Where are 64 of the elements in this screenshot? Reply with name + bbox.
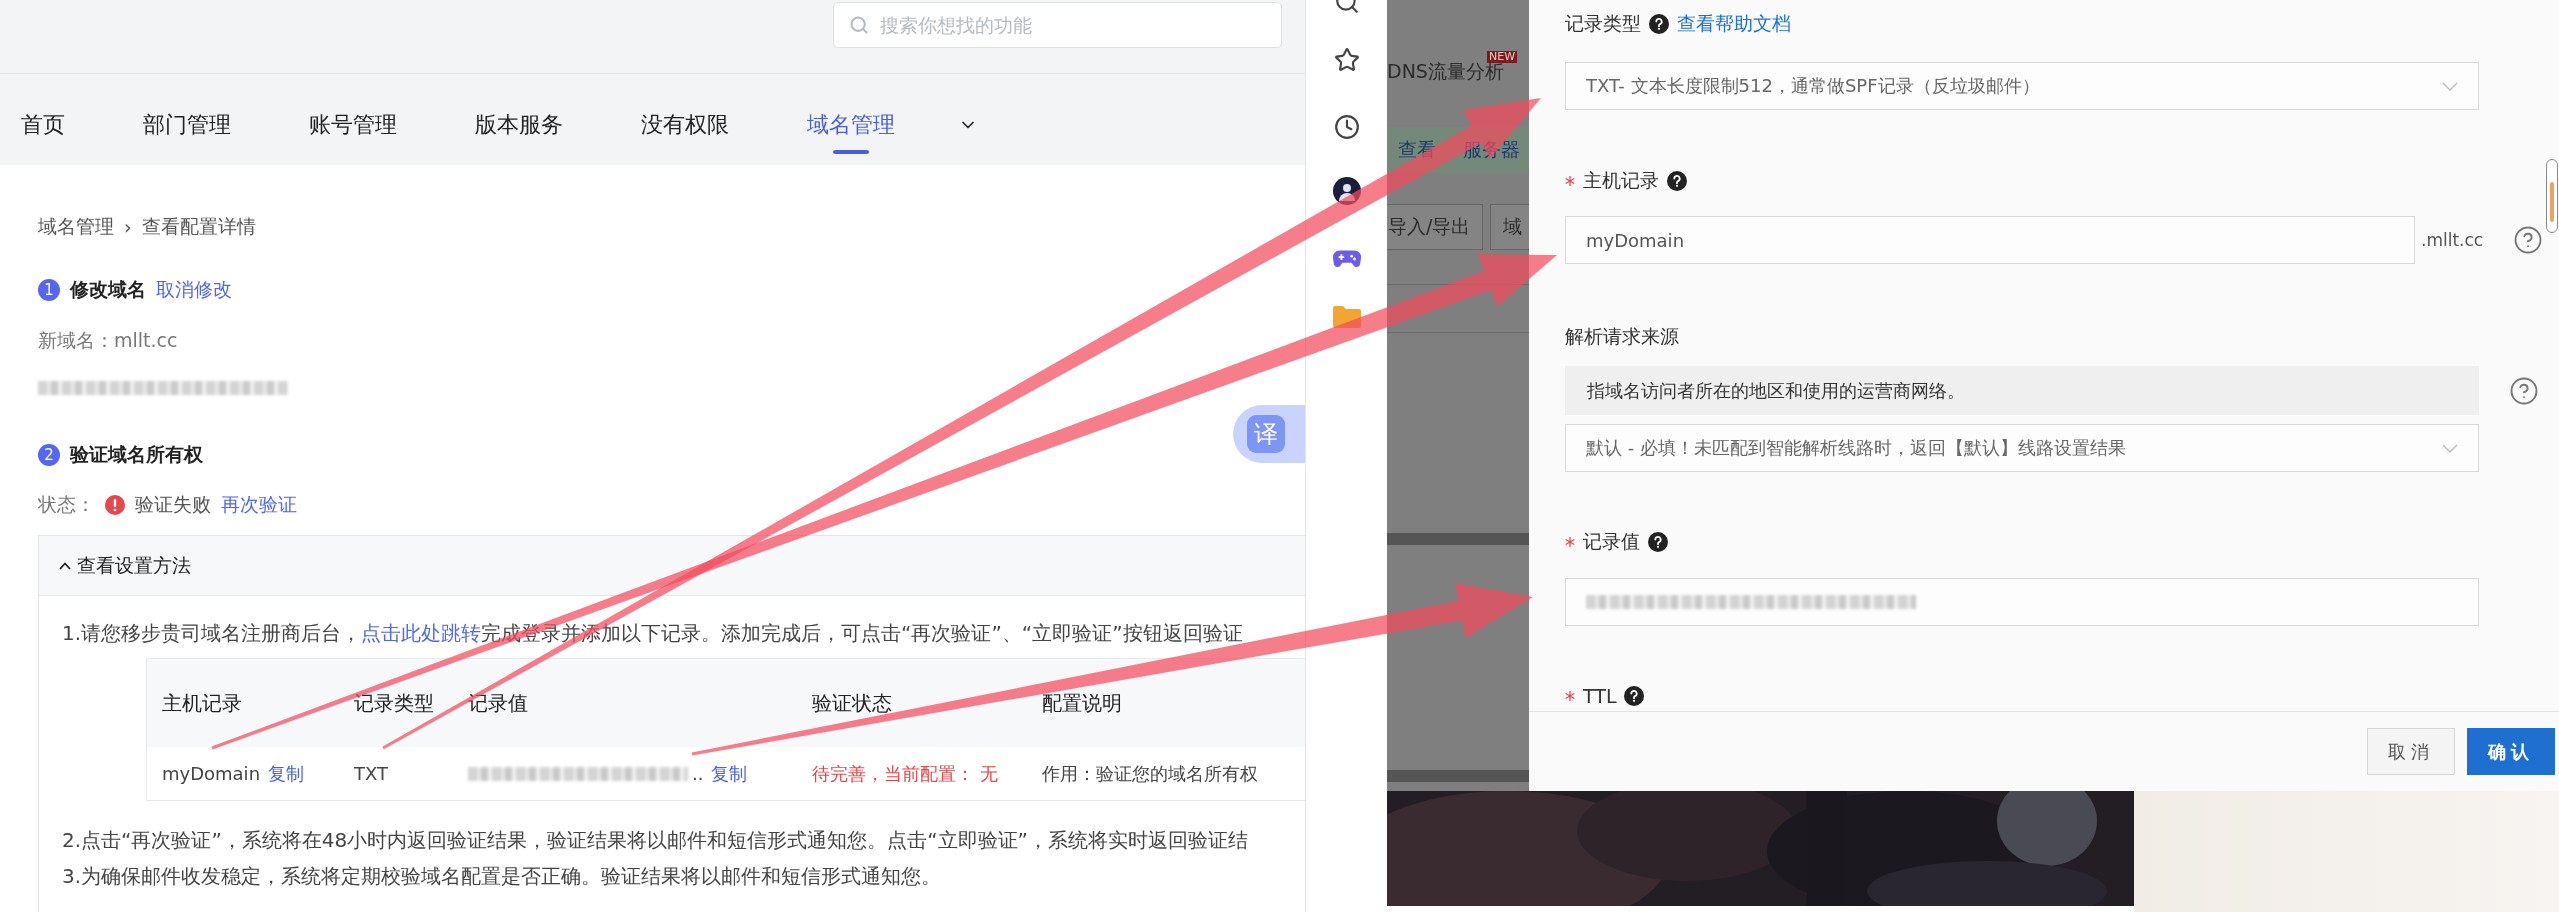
search-field[interactable]: 搜索你想找的功能 [833, 2, 1282, 48]
field-label: 主机记录 [1583, 168, 1659, 193]
chevron-down-icon [2442, 443, 2458, 453]
toolbar-button[interactable]: 域 [1490, 204, 1529, 250]
table-cell: 待完善，当前配置： 无 [812, 761, 998, 786]
help-icon[interactable] [1649, 14, 1669, 34]
toolbar-button[interactable]: 导入/导出 [1387, 204, 1484, 250]
column-header: 记录值 [468, 689, 529, 717]
chevron-down-icon [2442, 81, 2458, 91]
translate-button[interactable]: 译 [1233, 405, 1305, 463]
star-icon[interactable] [1332, 46, 1361, 74]
step-number: 2 [38, 444, 60, 466]
cancel-link[interactable]: 取消修改 [156, 277, 232, 303]
copy-link[interactable]: 复制 [268, 761, 305, 786]
nav-tab[interactable]: 账号管理 [309, 74, 397, 165]
panel-header[interactable]: 查看设置方法 [39, 536, 1305, 596]
status-text: 验证失败 [135, 492, 211, 517]
ellipsis-text: .. [692, 763, 704, 784]
column-header: 主机记录 [162, 689, 243, 717]
confirm-button[interactable]: 确认 [2467, 728, 2555, 775]
nav-tab[interactable]: 首页 [21, 74, 65, 165]
help-icon[interactable] [1667, 171, 1687, 191]
step-number: 1 [38, 279, 60, 301]
search-icon [849, 15, 869, 35]
select-field[interactable]: TXT- 文本长度限制512，通常做SPF记录（反垃圾邮件） [1565, 62, 2479, 110]
text-field[interactable] [1565, 578, 2479, 626]
jump-link[interactable]: 点击此处跳转 [361, 621, 482, 645]
step-title: 修改域名 [70, 277, 146, 302]
breadcrumb-link[interactable]: 域名管理 [38, 214, 114, 240]
breadcrumb-separator: › [124, 216, 132, 238]
new-domain-text: 新域名：mllt.cc [38, 328, 178, 353]
help-icon[interactable] [1648, 532, 1668, 552]
table-cell: myDomain [162, 763, 261, 784]
column-header: 验证状态 [812, 689, 893, 717]
nav-tab[interactable]: 域名管理 [807, 74, 895, 165]
breadcrumb-current: 查看配置详情 [141, 214, 256, 239]
cancel-button[interactable]: 取消 [2367, 728, 2455, 775]
help-icon[interactable] [1624, 686, 1645, 706]
hint-text: 指域名访问者所在的地区和使用的运营商网络。 [1565, 366, 2479, 415]
field-label: TTL [1583, 685, 1617, 707]
instruction-text: 2.点击“再次验证”，系统将在48小时内返回验证结果，验证结果将以邮件和短信形式通知您。点击“立即验证”，系统将实时返回验证结 [62, 827, 1249, 854]
select-field[interactable]: 默认 - 必填！未匹配到智能解析线路时，返回【默认】线路设置结果 [1565, 424, 2479, 472]
field-label: 记录类型 [1565, 11, 1641, 36]
nav-tab[interactable]: 部门管理 [143, 74, 231, 165]
table-cell: 作用：验证您的域名所有权 [1042, 761, 1258, 786]
help-doc-link[interactable]: 查看帮助文档 [1677, 11, 1791, 37]
nav-tab[interactable]: 版本服务 [475, 74, 563, 165]
instruction-text: 3.为确保邮件收发稳定，系统将定期校验域名配置是否正确。验证结果将以邮件和短信形式通知您。 [62, 863, 943, 890]
table-cell: TXT [354, 763, 388, 784]
field-label: 解析请求来源 [1565, 324, 1679, 349]
column-header: 配置说明 [1042, 689, 1123, 717]
text-field[interactable]: myDomain [1565, 216, 2415, 264]
clock-icon[interactable] [1332, 113, 1361, 141]
new-badge: NEW [1487, 51, 1518, 63]
status-label: 状态： [38, 492, 95, 517]
reverify-link[interactable]: 再次验证 [221, 492, 297, 518]
step-title: 验证域名所有权 [70, 442, 203, 467]
scrollbar[interactable] [2546, 159, 2558, 233]
nav-tab[interactable]: 没有权限 [641, 74, 729, 165]
domain-suffix: .mllt.cc [2421, 229, 2484, 251]
panel-title: 查看设置方法 [77, 552, 191, 578]
copy-link[interactable]: 复制 [711, 761, 748, 786]
field-label: 记录值 [1583, 529, 1640, 554]
column-header: 记录类型 [354, 689, 435, 717]
